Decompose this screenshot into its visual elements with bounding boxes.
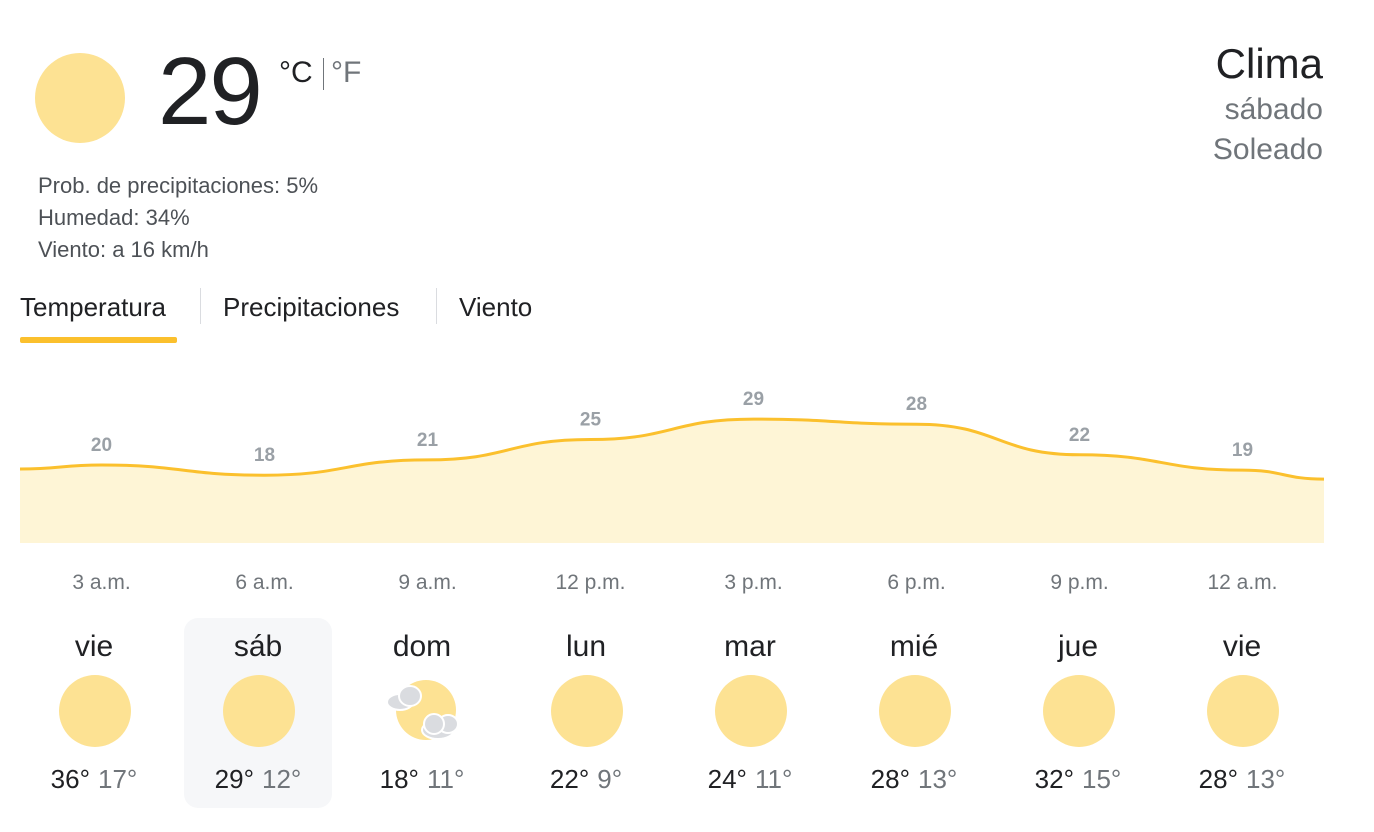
forecast-day-name: dom [392, 630, 452, 663]
forecast-high: 24° [707, 764, 747, 794]
sunny-icon [35, 53, 125, 143]
sunny-icon [715, 675, 787, 747]
forecast-temperatures: 22° 9° [512, 764, 660, 795]
forecast-day[interactable]: lun 22° 9° [512, 618, 660, 808]
partly-cloudy-icon [386, 680, 459, 740]
forecast-low: 13° [1246, 764, 1286, 794]
forecast-day-name: mar [724, 630, 776, 663]
temperature-area [20, 419, 1324, 543]
wind-speed: Viento: a 16 km/h [38, 237, 209, 262]
sunny-icon [879, 675, 951, 747]
time-axis-label: 12 a.m. [1207, 571, 1277, 594]
forecast-day-name: lun [565, 630, 607, 663]
forecast-day[interactable]: mié 28° 13° [840, 618, 988, 808]
temperature-value-label: 21 [417, 430, 439, 451]
tab-selected-indicator [20, 337, 177, 343]
time-axis-label: 6 p.m. [887, 571, 945, 594]
forecast-temperatures: 28° 13° [840, 764, 988, 795]
temperature-value-label: 25 [580, 410, 602, 431]
temperature-value-label: 19 [1232, 440, 1253, 461]
humidity: Humedad: 34% [38, 205, 190, 230]
temperature-value-label: 22 [1069, 425, 1090, 446]
weather-title: Clima [1215, 40, 1323, 87]
forecast-day[interactable]: vie 36° 17° [20, 618, 168, 808]
forecast-temperatures: 18° 11° [348, 764, 496, 795]
precipitation-probability: Prob. de precipitaciones: 5% [38, 173, 319, 198]
temperature-value-label: 28 [906, 394, 927, 415]
forecast-day-name: vie [1222, 630, 1262, 663]
forecast-temperatures: 36° 17° [20, 764, 168, 795]
forecast-day[interactable]: sáb 29° 12° [184, 618, 332, 808]
time-axis-label: 12 p.m. [555, 571, 625, 594]
forecast-low: 17° [98, 764, 138, 794]
forecast-temperatures: 32° 15° [1004, 764, 1152, 795]
forecast-temperatures: 24° 11° [676, 764, 824, 795]
celsius-toggle[interactable]: °C [279, 56, 313, 90]
forecast-day[interactable]: vie 28° 13° [1168, 618, 1316, 808]
forecast-low: 11° [426, 764, 465, 794]
time-axis-label: 9 p.m. [1050, 571, 1108, 594]
forecast-day[interactable]: jue 32° 15° [1004, 618, 1152, 808]
forecast-low: 15° [1082, 764, 1122, 794]
forecast-high: 28° [1198, 764, 1238, 794]
temperature-value-label: 20 [91, 435, 112, 456]
current-temperature: 29 [158, 38, 263, 145]
sunny-icon [551, 675, 623, 747]
current-day: sábado [1224, 93, 1323, 126]
tab-temperature[interactable]: Temperatura [20, 292, 166, 323]
forecast-temperatures: 28° 13° [1168, 764, 1316, 795]
forecast-day-name: jue [1057, 630, 1099, 663]
forecast-high: 22° [549, 764, 590, 794]
time-axis-label: 3 a.m. [72, 571, 130, 594]
forecast-high: 36° [50, 764, 90, 794]
forecast-high: 28° [870, 764, 910, 794]
forecast-low: 9° [597, 764, 623, 794]
current-condition: Soleado [1212, 133, 1323, 166]
temperature-value-label: 29 [743, 389, 764, 410]
forecast-high: 18° [379, 764, 419, 794]
forecast-day[interactable]: mar 24° 11° [676, 618, 824, 808]
forecast-low: 11° [754, 764, 793, 794]
forecast-day[interactable]: dom 18° 11° [348, 618, 496, 808]
tab-divider [436, 288, 437, 324]
tab-divider [200, 288, 201, 324]
forecast-day-name: mié [889, 630, 939, 663]
tab-precipitation[interactable]: Precipitaciones [223, 292, 399, 323]
sunny-icon [1043, 675, 1115, 747]
time-axis-label: 9 a.m. [398, 571, 456, 594]
forecast-high: 32° [1034, 764, 1074, 794]
sunny-icon [1207, 675, 1279, 747]
forecast-high: 29° [214, 764, 254, 794]
tab-wind[interactable]: Viento [459, 292, 532, 323]
fahrenheit-toggle[interactable]: °F [331, 56, 361, 90]
forecast-low: 13° [918, 764, 958, 794]
time-axis-label: 3 p.m. [724, 571, 782, 594]
sunny-icon [59, 675, 131, 747]
time-axis-label: 6 a.m. [235, 571, 293, 594]
temperature-value-label: 18 [254, 445, 275, 466]
forecast-temperatures: 29° 12° [184, 764, 332, 795]
temperature-chart: 20 3 a.m. 18 6 a.m. 21 9 a.m. 25 12 p.m. 29 3 p.m… [19, 389, 1325, 594]
sunny-icon [223, 675, 295, 747]
daily-forecast: vie 36° 17° sáb 29° 12° dom 18° 11° lun 22° 9° mar 24… [13, 618, 1343, 808]
forecast-day-name: vie [74, 630, 114, 663]
forecast-low: 12° [262, 764, 302, 794]
unit-divider [323, 58, 324, 90]
forecast-day-name: sáb [233, 630, 283, 663]
